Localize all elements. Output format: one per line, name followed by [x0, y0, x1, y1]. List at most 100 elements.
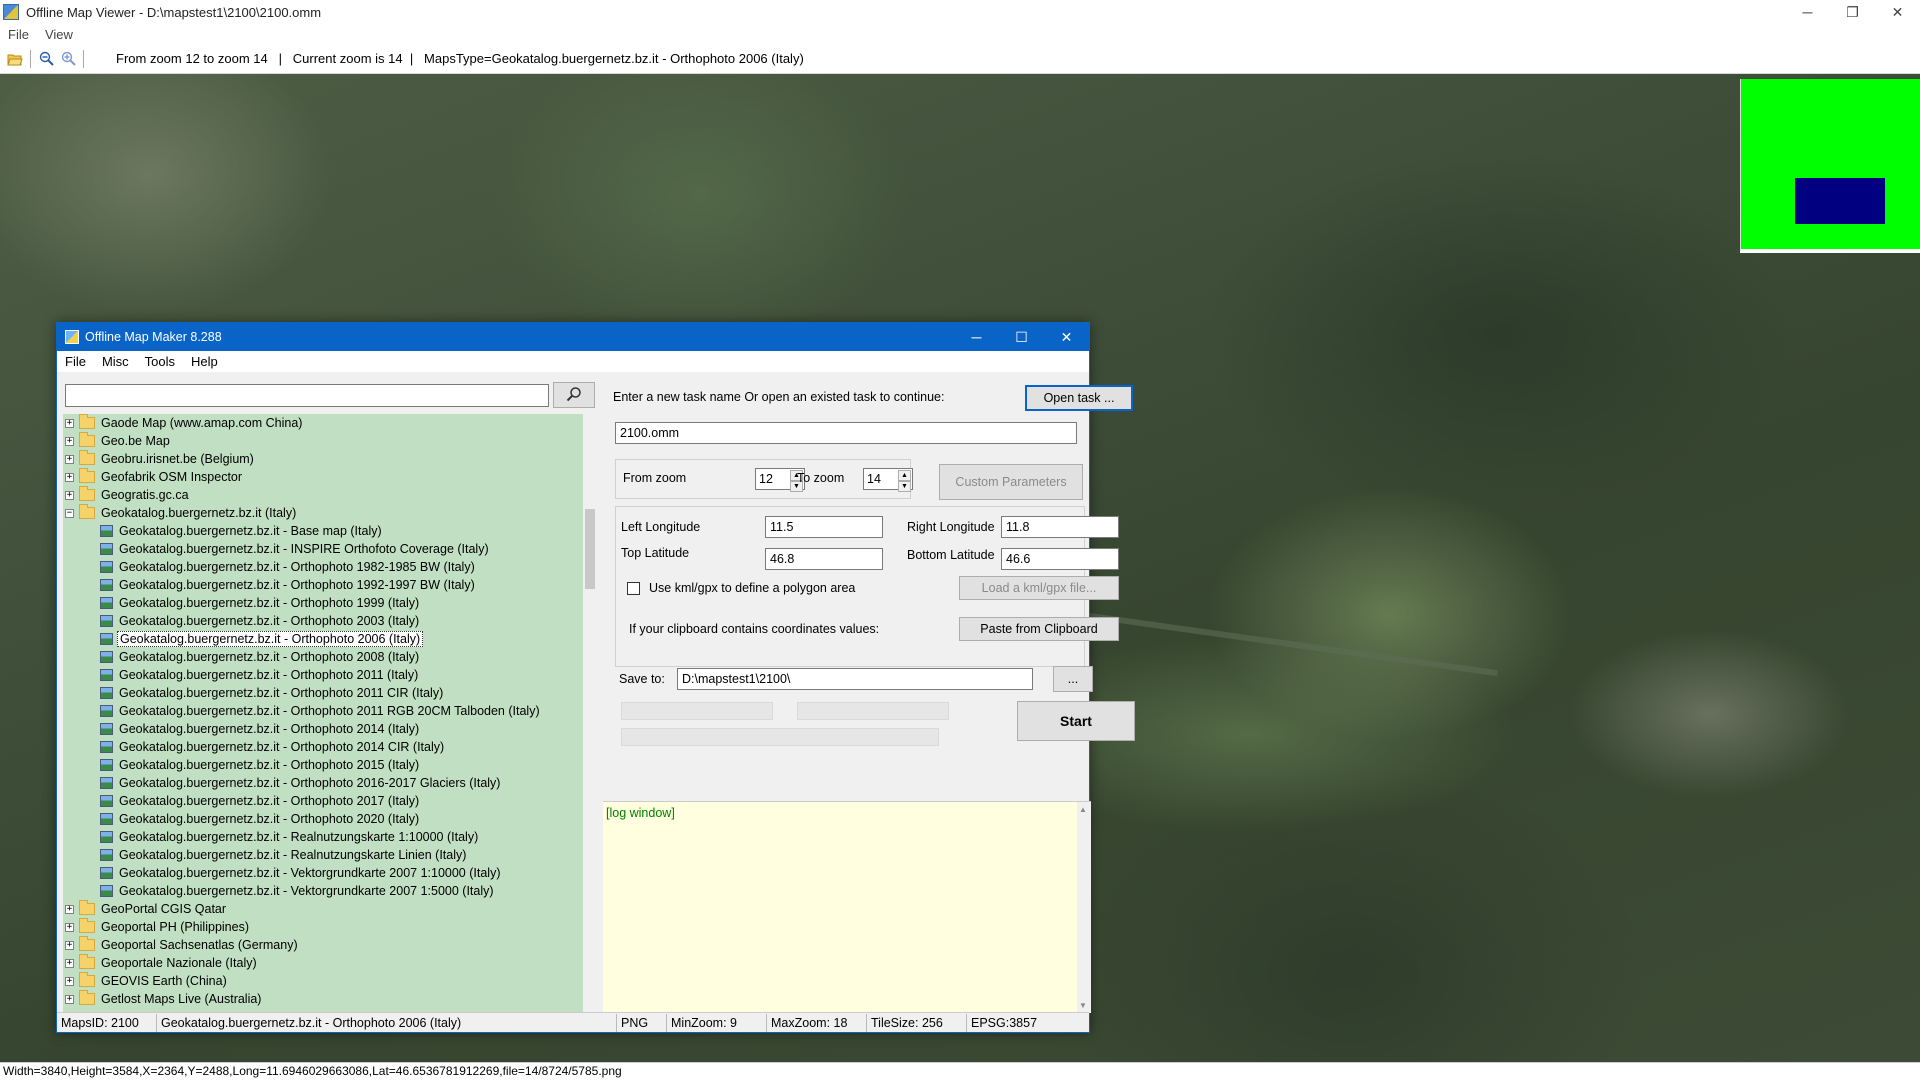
status-max-zoom: MaxZoom: 18: [767, 1013, 867, 1032]
browse-folder-button[interactable]: ...: [1053, 666, 1093, 692]
tree-map-item[interactable]: Geokatalog.buergernetz.bz.it - Realnutzu…: [63, 828, 583, 846]
bottom-latitude-label: Bottom Latitude: [907, 548, 995, 562]
tree-map-item[interactable]: Geokatalog.buergernetz.bz.it - Realnutzu…: [63, 846, 583, 864]
expand-icon[interactable]: +: [65, 940, 74, 950]
load-kml-button[interactable]: Load a kml/gpx file...: [959, 576, 1119, 600]
tree-scrollbar[interactable]: [583, 414, 597, 1012]
menu-file[interactable]: File: [0, 27, 37, 42]
to-zoom-stepper[interactable]: 14 ▲ ▼: [863, 468, 913, 492]
tree-folder-item[interactable]: + Geoportal PH (Philippines): [63, 918, 583, 936]
restore-button[interactable]: ❐: [1830, 0, 1875, 24]
tree-folder-item[interactable]: + Geo.be Map: [63, 432, 583, 450]
right-longitude-input[interactable]: [1001, 516, 1119, 538]
task-name-input[interactable]: [615, 422, 1077, 444]
spin-down-icon[interactable]: ▼: [898, 481, 911, 492]
dialog-menu-misc[interactable]: Misc: [94, 354, 137, 369]
tree-folder-item[interactable]: + GEOVIS Earth (China): [63, 972, 583, 990]
expand-icon[interactable]: +: [65, 418, 74, 428]
open-folder-icon[interactable]: [4, 48, 26, 70]
tree-map-item[interactable]: Geokatalog.buergernetz.bz.it - Orthophot…: [63, 558, 583, 576]
overview-minimap[interactable]: [1740, 79, 1920, 253]
zoom-in-icon[interactable]: [57, 48, 79, 70]
status-epsg: EPSG:3857: [971, 1015, 1038, 1030]
map-search-input[interactable]: [65, 384, 549, 407]
expand-icon[interactable]: +: [65, 454, 74, 464]
expand-icon[interactable]: +: [65, 436, 74, 446]
log-window[interactable]: [log window] ▲ ▼: [603, 801, 1091, 1013]
top-latitude-input[interactable]: [765, 548, 883, 570]
collapse-icon[interactable]: −: [65, 508, 74, 518]
tree-map-item[interactable]: Geokatalog.buergernetz.bz.it - Orthophot…: [63, 630, 583, 648]
tree-map-item[interactable]: Geokatalog.buergernetz.bz.it - Orthophot…: [63, 774, 583, 792]
tree-map-item[interactable]: Geokatalog.buergernetz.bz.it - Vektorgru…: [63, 882, 583, 900]
expand-icon[interactable]: +: [65, 994, 74, 1004]
tree-folder-item[interactable]: + Geoportal Sachsenatlas (Germany): [63, 936, 583, 954]
minimize-button[interactable]: ─: [1785, 0, 1830, 24]
tree-folder-item[interactable]: + Geoportale Nazionale (Italy): [63, 954, 583, 972]
custom-parameters-button[interactable]: Custom Parameters: [939, 464, 1083, 500]
tree-map-item[interactable]: Geokatalog.buergernetz.bz.it - Orthophot…: [63, 720, 583, 738]
scroll-up-icon[interactable]: ▲: [1079, 805, 1087, 814]
map-source-tree[interactable]: + Gaode Map (www.amap.com China) + Geo.be M…: [63, 414, 583, 1012]
tree-item-label: Geokatalog.buergernetz.bz.it - Orthophot…: [119, 776, 501, 790]
use-kml-checkbox[interactable]: [627, 582, 640, 595]
tree-map-item[interactable]: Geokatalog.buergernetz.bz.it - Orthophot…: [63, 576, 583, 594]
zoom-out-icon[interactable]: [35, 48, 57, 70]
tree-scrollbar-thumb[interactable]: [585, 509, 595, 589]
dialog-menu-help[interactable]: Help: [183, 354, 226, 369]
outer-toolbar: From zoom 12 to zoom 14 | Current zoom i…: [0, 44, 1920, 74]
tree-map-item[interactable]: Geokatalog.buergernetz.bz.it - INSPIRE O…: [63, 540, 583, 558]
paste-from-clipboard-button[interactable]: Paste from Clipboard: [959, 617, 1119, 641]
dialog-close-button[interactable]: ✕: [1044, 323, 1089, 351]
bottom-latitude-input[interactable]: [1001, 548, 1119, 570]
tree-folder-item[interactable]: + Geobru.irisnet.be (Belgium): [63, 450, 583, 468]
dialog-menu-bar: File Misc Tools Help: [57, 351, 1089, 372]
close-button[interactable]: ✕: [1875, 0, 1920, 24]
tree-map-item[interactable]: Geokatalog.buergernetz.bz.it - Base map …: [63, 522, 583, 540]
tree-folder-item[interactable]: + GeoPortal CGIS Qatar: [63, 900, 583, 918]
expand-icon[interactable]: +: [65, 922, 74, 932]
spin-up-icon[interactable]: ▲: [898, 470, 911, 481]
left-longitude-input[interactable]: [765, 516, 883, 538]
start-button[interactable]: Start: [1017, 701, 1135, 741]
open-task-button[interactable]: Open task ...: [1025, 385, 1133, 411]
map-layer-icon: [100, 741, 113, 753]
tree-map-item[interactable]: Geokatalog.buergernetz.bz.it - Orthophot…: [63, 702, 583, 720]
tree-item-label: Geokatalog.buergernetz.bz.it - Orthophot…: [117, 631, 424, 647]
toolbar-separator: [30, 49, 31, 68]
tree-map-item[interactable]: Geokatalog.buergernetz.bz.it - Orthophot…: [63, 756, 583, 774]
tree-map-item[interactable]: Geokatalog.buergernetz.bz.it - Orthophot…: [63, 684, 583, 702]
tree-map-item[interactable]: Geokatalog.buergernetz.bz.it - Vektorgru…: [63, 864, 583, 882]
dialog-maximize-button[interactable]: ☐: [999, 323, 1044, 351]
dialog-app-icon: [65, 330, 79, 344]
folder-icon: [79, 468, 95, 483]
tree-folder-item[interactable]: + Geogratis.gc.ca: [63, 486, 583, 504]
dialog-menu-file[interactable]: File: [57, 354, 94, 369]
scroll-down-icon[interactable]: ▼: [1079, 1001, 1087, 1010]
tree-item-label: Geokatalog.buergernetz.bz.it - Orthophot…: [119, 578, 475, 592]
tree-map-item[interactable]: Geokatalog.buergernetz.bz.it - Orthophot…: [63, 594, 583, 612]
tree-map-item[interactable]: Geokatalog.buergernetz.bz.it - Orthophot…: [63, 810, 583, 828]
expand-icon[interactable]: +: [65, 976, 74, 986]
tree-map-item[interactable]: Geokatalog.buergernetz.bz.it - Orthophot…: [63, 648, 583, 666]
expand-icon[interactable]: +: [65, 490, 74, 500]
search-button[interactable]: [553, 382, 595, 408]
minimap-viewport-rect[interactable]: [1795, 178, 1885, 224]
expand-icon[interactable]: +: [65, 472, 74, 482]
tree-map-item[interactable]: Geokatalog.buergernetz.bz.it - Orthophot…: [63, 738, 583, 756]
tree-map-item[interactable]: Geokatalog.buergernetz.bz.it - Orthophot…: [63, 792, 583, 810]
expand-icon[interactable]: +: [65, 958, 74, 968]
save-path-input[interactable]: [677, 668, 1033, 690]
tree-item-label: Geokatalog.buergernetz.bz.it - Orthophot…: [119, 596, 420, 610]
dialog-menu-tools[interactable]: Tools: [137, 354, 183, 369]
dialog-minimize-button[interactable]: ─: [954, 323, 999, 351]
tree-folder-item[interactable]: + Getlost Maps Live (Australia): [63, 990, 583, 1008]
tree-folder-item[interactable]: − Geokatalog.buergernetz.bz.it (Italy): [63, 504, 583, 522]
tree-map-item[interactable]: Geokatalog.buergernetz.bz.it - Orthophot…: [63, 612, 583, 630]
tree-map-item[interactable]: Geokatalog.buergernetz.bz.it - Orthophot…: [63, 666, 583, 684]
expand-icon[interactable]: +: [65, 904, 74, 914]
tree-folder-item[interactable]: + Geofabrik OSM Inspector: [63, 468, 583, 486]
tree-folder-item[interactable]: + Gaode Map (www.amap.com China): [63, 414, 583, 432]
log-scrollbar[interactable]: ▲ ▼: [1077, 802, 1091, 1013]
menu-view[interactable]: View: [37, 27, 81, 42]
